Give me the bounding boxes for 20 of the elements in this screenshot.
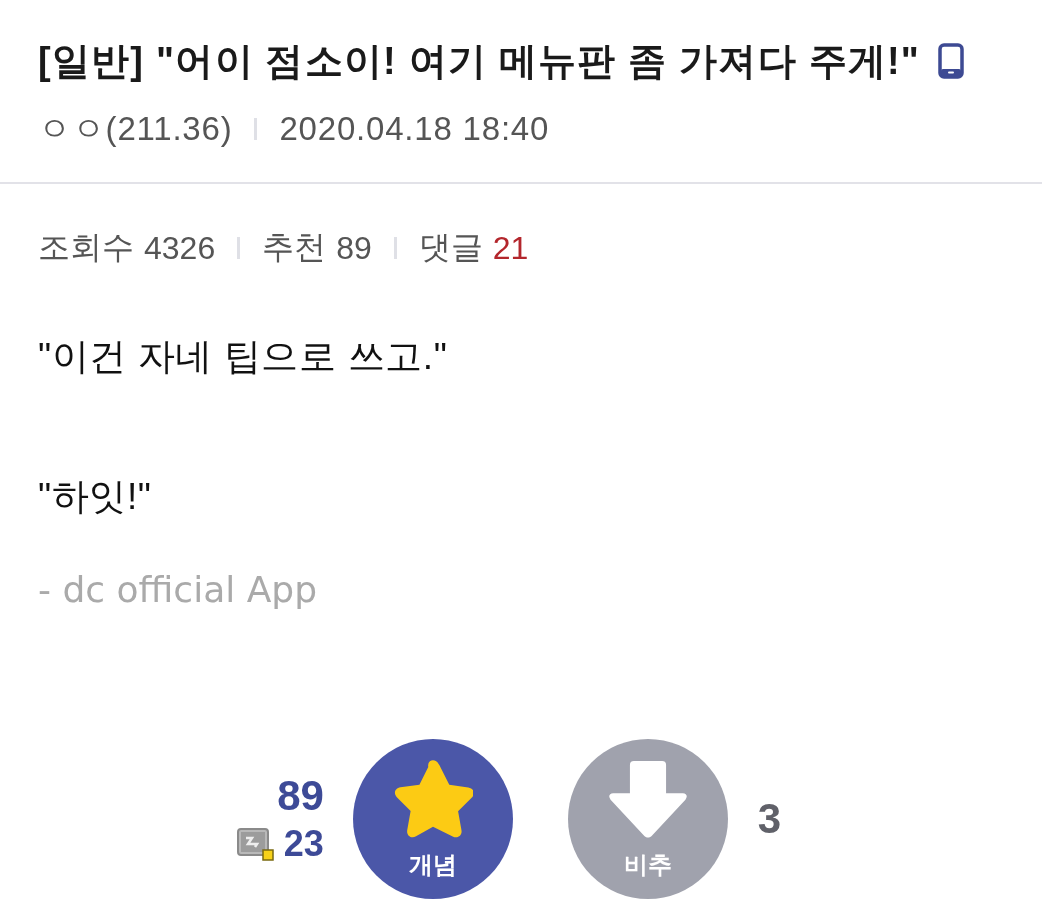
stat-label: 댓글 [418, 228, 483, 267]
body-paragraph: "이건 자네 팁으로 쓰고." [38, 336, 448, 378]
post-date: 2020.04.18 18:40 [279, 110, 550, 148]
stat-value: 89 [336, 229, 372, 267]
author-name[interactable]: ㅇㅇ(211.36) [38, 106, 233, 152]
app-signature: - dc official App [38, 569, 317, 611]
pixel-tile-icon [236, 827, 274, 861]
post-category: [일반] [38, 38, 145, 84]
post-title: "어이 점소이! 여기 메뉴판 좀 가져다 주게!" [156, 38, 920, 84]
stat-value: 4326 [144, 229, 216, 267]
stat-label: 조회수 [38, 228, 134, 267]
star-icon [392, 759, 473, 839]
fixed-upvote-count: 23 [283, 823, 324, 865]
upvote-button[interactable]: 개념 [352, 739, 513, 899]
stat-value: 21 [492, 229, 529, 267]
downvote-count: 3 [757, 795, 782, 843]
stat-label: 추천 [262, 228, 327, 267]
body-paragraph: "하잇!" [38, 476, 152, 518]
down-arrow-icon [607, 759, 688, 839]
upvote-count: 89 [277, 773, 324, 819]
